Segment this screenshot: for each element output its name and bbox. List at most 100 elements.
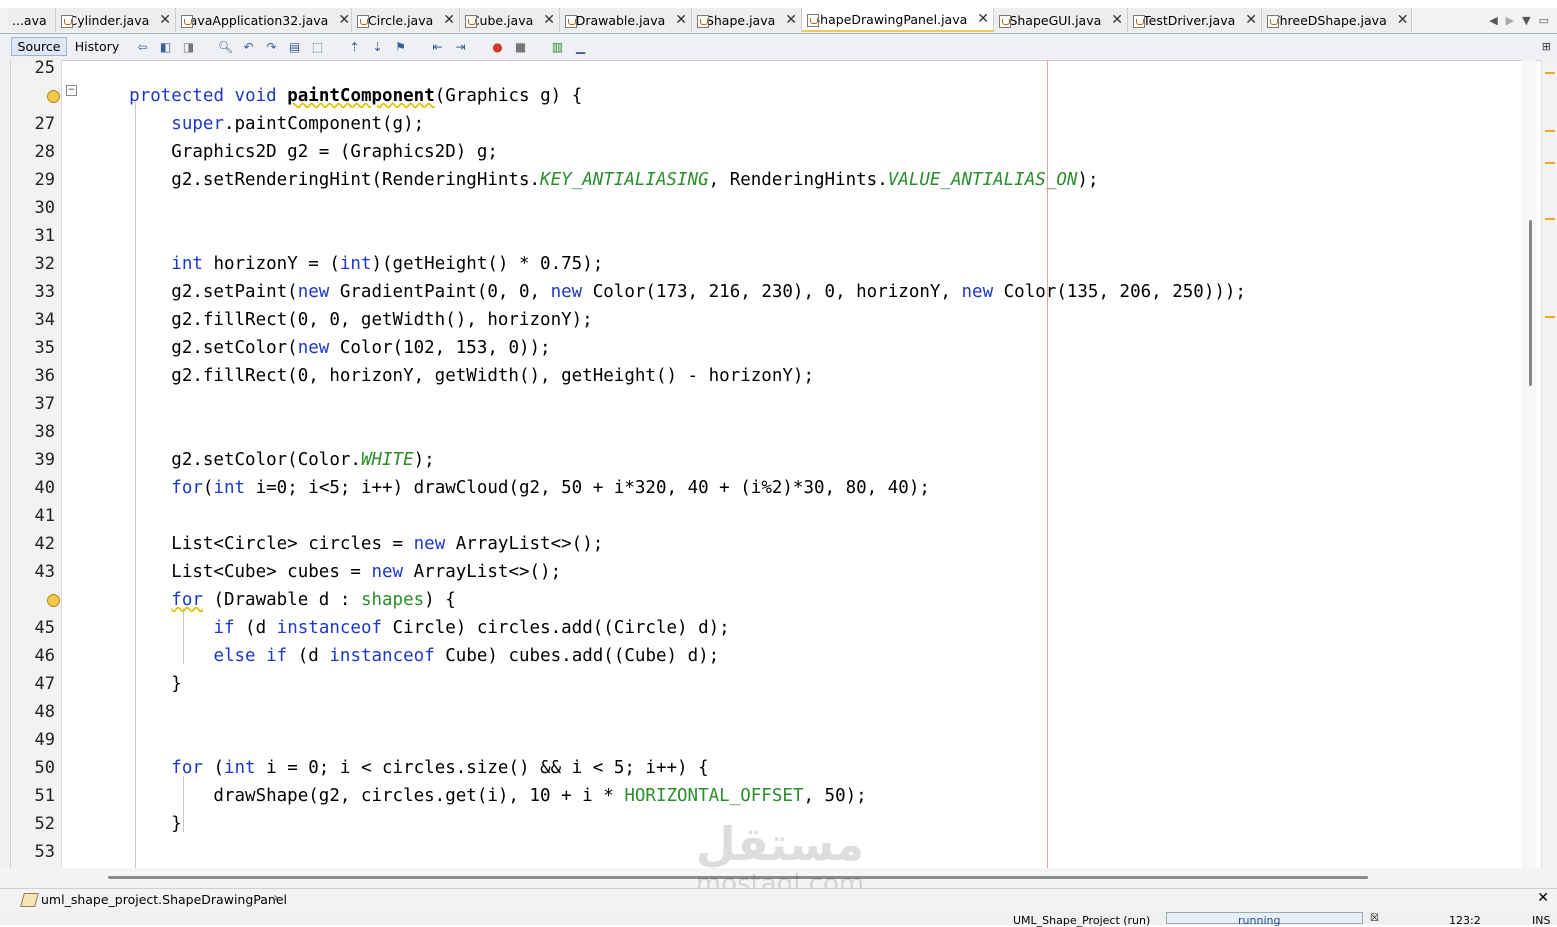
caret-position: 123:2 [1449, 914, 1481, 927]
line-number[interactable]: 48 [11, 698, 55, 726]
line-number[interactable]: 45 [11, 614, 55, 642]
rect-select-icon[interactable]: ⬚ [309, 38, 326, 55]
close-breadcrumb-icon[interactable]: ✕ [1537, 890, 1549, 906]
line-number[interactable]: 51 [11, 782, 55, 810]
line-number[interactable]: 50 [11, 754, 55, 782]
line-number[interactable]: 41 [11, 502, 55, 530]
warning-marker[interactable] [1545, 316, 1555, 318]
line-number[interactable]: 39 [11, 446, 55, 474]
next-bookmark-icon[interactable]: ⇣ [369, 38, 386, 55]
close-tab-icon[interactable]: ✕ [443, 12, 455, 28]
close-tab-icon[interactable]: ✕ [1245, 12, 1257, 28]
code-line-46: else if (d instanceof Cube) cubes.add((C… [87, 642, 719, 670]
line-number[interactable]: 38 [11, 418, 55, 446]
previous-bookmark-icon[interactable]: ⇡ [346, 38, 363, 55]
warning-hint-icon[interactable] [47, 594, 60, 607]
line-number[interactable]: 47 [11, 670, 55, 698]
find-next-icon[interactable]: ↷ [263, 38, 280, 55]
line-number[interactable]: 52 [11, 810, 55, 838]
line-number[interactable]: 29 [11, 166, 55, 194]
tab-javaapplication32-java[interactable]: JavaApplication32.java ✕ [176, 8, 352, 32]
tab-shapegui-java[interactable]: ShapeGUI.java✕ [994, 8, 1128, 32]
warning-marker[interactable] [1545, 72, 1555, 74]
vertical-scroll-thumb[interactable] [1529, 220, 1532, 386]
fold-toggle-icon[interactable]: − [66, 85, 77, 96]
vertical-scrollbar[interactable] [1522, 60, 1536, 868]
line-number[interactable]: 33 [11, 278, 55, 306]
insert-mode: INS [1532, 914, 1550, 927]
last-edit-icon[interactable]: ⇦ [134, 38, 151, 55]
code-line-35: g2.setColor(new Color(102, 153, 0)); [87, 334, 551, 362]
line-number[interactable]: 32 [11, 250, 55, 278]
line-number-gutter[interactable]: 2526272829303132333435363738394041424344… [11, 60, 62, 868]
tab-cylinder-java[interactable]: Cylinder.java ✕ [56, 8, 176, 32]
tab-circle-java[interactable]: Circle.java✕ [352, 8, 460, 32]
close-tab-icon[interactable]: ✕ [159, 12, 171, 28]
split-editor-icon[interactable]: ⊞ [1542, 40, 1551, 53]
editor-left-strip [0, 60, 11, 868]
line-number[interactable]: 43 [11, 558, 55, 586]
line-number[interactable]: 31 [11, 222, 55, 250]
close-tab-icon[interactable]: ✕ [543, 12, 555, 28]
comment-icon[interactable]: ▥ [549, 38, 566, 55]
back-icon[interactable]: ◧ [157, 38, 174, 55]
java-file-icon [356, 14, 362, 27]
breadcrumb-chevron-icon[interactable]: › [273, 890, 279, 906]
line-number[interactable]: 53 [11, 838, 55, 866]
line-number[interactable]: 42 [11, 530, 55, 558]
stop-macro-icon[interactable]: ■ [512, 38, 529, 55]
warning-marker[interactable] [1545, 162, 1555, 164]
find-icon[interactable]: 🔍︎ [217, 38, 234, 55]
tab-list-dropdown-icon[interactable]: ▼ [1522, 14, 1530, 27]
line-number[interactable]: 46 [11, 642, 55, 670]
forward-icon[interactable]: ◨ [180, 38, 197, 55]
scroll-left-icon[interactable]: ◀ [1489, 14, 1497, 27]
tab-cube-java[interactable]: Cube.java✕ [460, 8, 560, 32]
close-tab-icon[interactable]: ✕ [1111, 12, 1123, 28]
tab-threedshape-java[interactable]: ThreeDShape.java✕ [1262, 8, 1412, 32]
line-number[interactable]: 25 [11, 54, 55, 82]
tab-label: JavaApplication32.java [186, 13, 328, 28]
warning-marker[interactable] [1545, 130, 1555, 132]
history-tab[interactable]: History [70, 37, 124, 56]
close-tab-icon[interactable]: ✕ [977, 11, 989, 27]
line-number[interactable]: 40 [11, 474, 55, 502]
line-number[interactable]: 49 [11, 726, 55, 754]
tab-testdriver-java[interactable]: TestDriver.java✕ [1128, 8, 1262, 32]
tab-label: Cylinder.java [68, 13, 149, 28]
warning-marker[interactable] [1545, 218, 1555, 220]
tab-shapedrawingpanel-java[interactable]: ShapeDrawingPanel.java✕ [802, 8, 994, 32]
code-line-39: g2.setColor(Color.WHITE); [87, 446, 435, 474]
find-previous-icon[interactable]: ↶ [240, 38, 257, 55]
code-area[interactable]: protected void paintComponent(Graphics g… [87, 60, 1522, 868]
tab-drawable-java[interactable]: Drawable.java✕ [560, 8, 692, 32]
tab-ava[interactable]: ...ava✕ [8, 8, 56, 32]
line-number[interactable]: 36 [11, 362, 55, 390]
line-number[interactable]: 28 [11, 138, 55, 166]
restore-window-icon[interactable]: ▭ [1539, 14, 1549, 27]
close-tab-icon[interactable]: ✕ [675, 12, 687, 28]
shift-right-icon[interactable]: ⇥ [452, 38, 469, 55]
line-number[interactable]: 30 [11, 194, 55, 222]
line-number[interactable]: 27 [11, 110, 55, 138]
close-tab-icon[interactable]: ✕ [1397, 12, 1409, 28]
tab-shape-java[interactable]: Shape.java✕ [692, 8, 802, 32]
error-stripe[interactable] [1541, 60, 1557, 868]
breadcrumb-path[interactable]: uml_shape_project.ShapeDrawingPanel [41, 892, 287, 907]
stop-process-icon[interactable]: ☒ [1370, 913, 1379, 924]
shift-left-icon[interactable]: ⇤ [429, 38, 446, 55]
code-line-43: List<Cube> cubes = new ArrayList<>(); [87, 558, 561, 586]
close-tab-icon[interactable]: ✕ [785, 12, 797, 28]
line-number[interactable]: 37 [11, 390, 55, 418]
start-macro-icon[interactable]: ● [489, 38, 506, 55]
code-editor[interactable]: 2526272829303132333435363738394041424344… [0, 60, 1557, 868]
close-tab-icon[interactable]: ✕ [338, 12, 350, 28]
scroll-right-icon[interactable]: ▶ [1506, 14, 1514, 27]
override-hint-icon[interactable] [47, 90, 60, 103]
run-progress-bar[interactable]: running [1166, 912, 1363, 924]
uncomment-icon[interactable]: ▁ [572, 38, 589, 55]
line-number[interactable]: 35 [11, 334, 55, 362]
toggle-bookmark-icon[interactable]: ⚑ [392, 38, 409, 55]
toggle-highlight-icon[interactable]: ▤ [286, 38, 303, 55]
line-number[interactable]: 34 [11, 306, 55, 334]
